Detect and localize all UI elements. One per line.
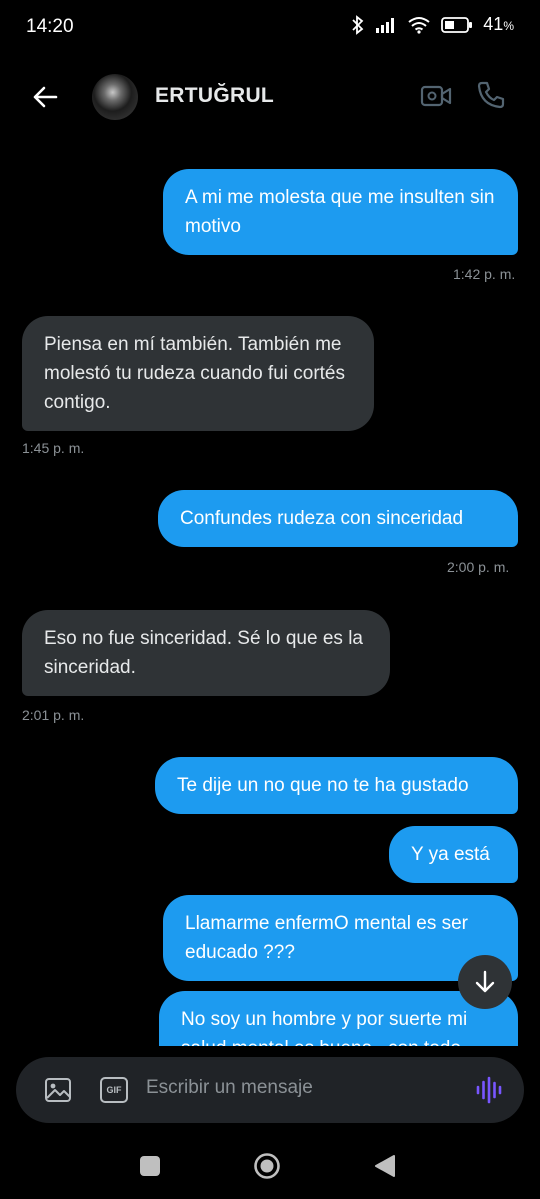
battery-icon [441, 16, 473, 33]
message-timestamp: 1:45 p. m. [22, 440, 85, 456]
message-timestamp: 2:01 p. m. [22, 707, 85, 723]
message-composer: GIF Escribir un mensaje [16, 1057, 524, 1123]
video-call-icon[interactable] [420, 82, 452, 110]
message-bubble-incoming[interactable]: Piensa en mí también. También me molestó… [22, 316, 374, 431]
battery-level: 41% [483, 14, 514, 34]
wifi-icon [408, 16, 430, 34]
voice-message-icon[interactable] [474, 1075, 504, 1105]
recents-button[interactable] [140, 1156, 160, 1176]
home-button[interactable] [253, 1152, 281, 1180]
message-bubble-outgoing[interactable]: Y ya está [389, 826, 518, 883]
message-bubble-outgoing[interactable]: A mi me molesta que me insulten sin moti… [163, 169, 518, 255]
image-icon[interactable] [44, 1077, 72, 1103]
status-bar: 14:20 41% [0, 0, 540, 56]
system-navigation-bar [0, 1132, 540, 1199]
message-timestamp: 2:00 p. m. [447, 559, 510, 575]
signal-icon [376, 17, 395, 33]
message-input[interactable]: Escribir un mensaje [146, 1077, 313, 1099]
message-bubble-outgoing[interactable]: Te dije un no que no te ha gustado [155, 757, 518, 814]
back-arrow-icon[interactable] [28, 80, 62, 114]
gif-button[interactable]: GIF [100, 1077, 128, 1103]
message-timestamp: 1:42 p. m. [453, 266, 516, 282]
system-back-button[interactable] [373, 1154, 397, 1178]
contact-name[interactable]: ERTUĞRUL [155, 84, 274, 108]
bluetooth-icon [352, 14, 364, 35]
arrow-down-icon [475, 970, 495, 993]
conversation-header: ERTUĞRUL [0, 64, 540, 130]
scroll-to-bottom-button[interactable] [458, 955, 512, 1009]
message-list[interactable]: A mi me molesta que me insulten sin moti… [0, 140, 540, 1046]
message-bubble-outgoing[interactable]: Confundes rudeza con sinceridad [158, 490, 518, 547]
status-time: 14:20 [26, 16, 74, 37]
avatar[interactable] [92, 74, 138, 120]
message-bubble-incoming[interactable]: Eso no fue sinceridad. Sé lo que es la s… [22, 610, 390, 696]
status-icons: 41% [351, 14, 514, 35]
phone-call-icon[interactable] [476, 80, 506, 110]
